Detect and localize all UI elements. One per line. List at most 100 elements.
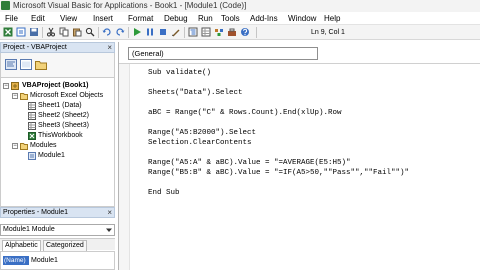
tree-node-module1[interactable]: Module1 [1,151,114,161]
tree-node-vbaproject[interactable]: − VBAProject (Book1) [1,81,114,91]
tree-label: Modules [30,142,57,149]
code-divider [119,63,480,64]
cut-icon[interactable] [46,27,56,37]
menu-view[interactable]: View [60,12,77,25]
design-mode-icon[interactable] [171,27,181,37]
tab-categorized[interactable]: Categorized [43,240,87,251]
reset-icon[interactable] [158,27,168,37]
properties-pane-title: Properties - Module1 [3,209,68,216]
tree-label: Microsoft Excel Objects [30,92,104,99]
view-code-icon[interactable] [5,59,17,70]
close-icon[interactable]: × [107,43,112,53]
collapse-icon[interactable]: − [12,143,18,149]
tab-alphabetic[interactable]: Alphabetic [2,240,41,251]
tree-label: Sheet2 (Sheet2) [38,112,89,119]
code-line[interactable]: Sheets("Data").Select [148,88,243,98]
tree-node-sheet3[interactable]: Sheet3 (Sheet3) [1,121,114,131]
folder-icon [20,143,28,150]
code-window: (General) Sub validate() Sheets("Data").… [118,42,480,270]
properties-icon[interactable] [201,27,211,37]
excel-app-icon [1,1,10,10]
tree-label: VBAProject (Book1) [22,82,89,89]
code-line[interactable]: aBC = Range("C" & Rows.Count).End(xlUp).… [148,108,342,118]
project-pane-header: Project - VBAProject × [0,42,115,53]
properties-grid: (Name) Module1 [0,251,115,270]
menu-file[interactable]: File [5,12,18,25]
toolbox-icon[interactable] [227,27,237,37]
module-icon [28,152,36,160]
project-tree: − VBAProject (Book1) − Microsoft Excel O… [0,77,115,207]
properties-object-select[interactable]: Module1 Module [0,224,115,236]
menu-tools[interactable]: Tools [221,12,240,25]
code-line[interactable]: Selection.ClearContents [148,138,252,148]
tree-node-sheet2[interactable]: Sheet2 (Sheet2) [1,111,114,121]
code-margin [119,64,130,270]
paste-icon[interactable] [72,27,82,37]
menu-bar: File Edit View Insert Format Debug Run T… [0,12,480,25]
properties-tabs: Alphabetic Categorized [0,238,115,251]
window-title: Microsoft Visual Basic for Applications … [13,1,247,10]
properties-object-value: Module1 Module [3,226,55,233]
worksheet-icon [28,102,36,110]
menu-format[interactable]: Format [128,12,153,25]
worksheet-icon [28,122,36,130]
menu-add-ins[interactable]: Add-Ins [250,12,278,25]
view-object-icon[interactable] [20,59,32,70]
redo-icon[interactable] [115,27,125,37]
folder-icon [20,93,28,100]
break-icon[interactable] [145,27,155,37]
toolbar-separator [98,27,99,38]
tree-node-excel-objects[interactable]: − Microsoft Excel Objects [1,91,114,101]
tree-node-modules[interactable]: − Modules [1,141,114,151]
toggle-folders-icon[interactable] [35,59,47,70]
code-line[interactable]: Range("A5:B2000").Select [148,128,256,138]
worksheet-icon [28,112,36,120]
menu-run[interactable]: Run [198,12,213,25]
insert-module-icon[interactable] [16,27,26,37]
vba-project-icon [11,82,19,90]
project-explorer-icon[interactable] [188,27,198,37]
cursor-position: Ln 9, Col 1 [311,29,345,36]
tree-label: Module1 [38,152,65,159]
menu-debug[interactable]: Debug [164,12,188,25]
object-select-value: (General) [132,49,164,58]
project-pane-toolbar [0,53,115,77]
title-bar: Microsoft Visual Basic for Applications … [0,0,480,12]
workbook-icon [28,132,36,140]
close-icon[interactable]: × [107,208,112,218]
object-select[interactable]: (General) [128,47,318,60]
undo-icon[interactable] [102,27,112,37]
menu-window[interactable]: Window [288,12,316,25]
code-line[interactable]: Range("A5:A" & aBC).Value = "=AVERAGE(E5… [148,158,351,168]
save-icon[interactable] [29,27,39,37]
tree-label: Sheet3 (Sheet3) [38,122,89,129]
tree-label: Sheet1 (Data) [38,102,82,109]
toolbar-separator [256,27,257,38]
property-name-key[interactable]: (Name) [3,256,29,265]
toolbar-separator [128,27,129,38]
copy-icon[interactable] [59,27,69,37]
chevron-down-icon[interactable] [105,226,113,234]
code-line[interactable]: End Sub [148,188,180,198]
tree-node-sheet1[interactable]: Sheet1 (Data) [1,101,114,111]
find-icon[interactable] [85,27,95,37]
help-icon[interactable] [240,27,250,37]
collapse-icon[interactable]: − [12,93,18,99]
standard-toolbar: Ln 9, Col 1 [0,25,480,40]
menu-help[interactable]: Help [324,12,340,25]
tree-label: ThisWorkbook [38,132,83,139]
run-icon[interactable] [132,27,142,37]
property-name-value[interactable]: Module1 [31,256,58,265]
code-line[interactable]: Sub validate() [148,68,211,78]
project-pane-title: Project - VBAProject [3,44,67,51]
collapse-icon[interactable]: − [3,83,9,89]
menu-insert[interactable]: Insert [93,12,113,25]
toolbar-separator [42,27,43,38]
object-browser-icon[interactable] [214,27,224,37]
view-excel-icon[interactable] [3,27,13,37]
tree-node-thisworkbook[interactable]: ThisWorkbook [1,131,114,141]
properties-pane-header: Properties - Module1 × [0,207,115,218]
menu-edit[interactable]: Edit [31,12,45,25]
code-line[interactable]: Range("B5:B" & aBC).Value = "=IF(A5>50,"… [148,168,409,178]
toolbar-separator [184,27,185,38]
